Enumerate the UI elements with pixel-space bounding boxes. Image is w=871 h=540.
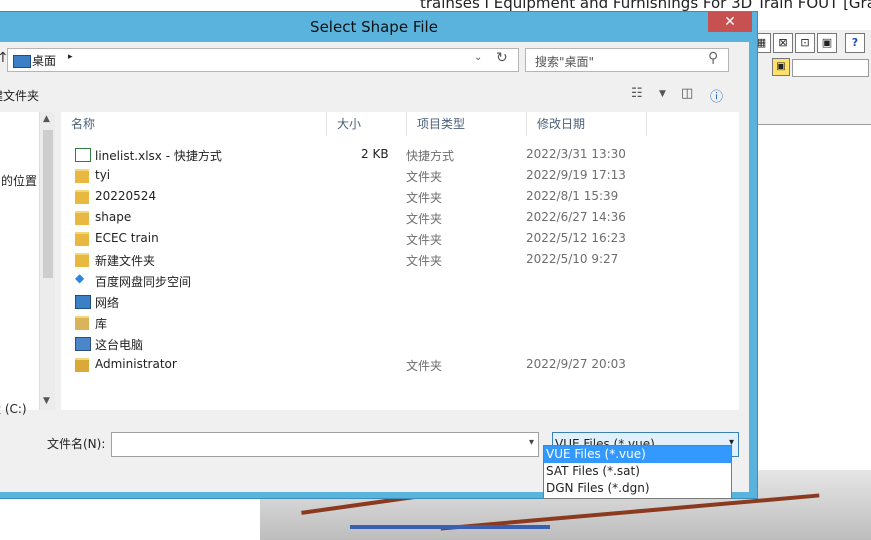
file-list: 名称 大小 项目类型 修改日期 linelist.xlsx - 快捷方式 2 K… [61,112,739,410]
zoom-box-icon[interactable]: ⊠ [773,33,793,53]
network-icon [75,295,91,309]
fit-view-icon[interactable]: ⊡ [795,33,815,53]
scrollbar-thumb[interactable] [43,130,53,278]
list-item[interactable]: 这台电脑 [61,334,739,355]
file-type-dropdown: VUE Files (*.vue) SAT Files (*.sat) DGN … [543,445,732,499]
file-type-option[interactable]: VUE Files (*.vue) [544,446,731,463]
excel-shortcut-icon [75,148,91,162]
file-date: 2022/9/27 20:03 [526,357,626,371]
list-item[interactable]: ◆ 百度网盘同步空间 [61,271,739,292]
dialog-title: Select Shape File [310,18,438,36]
render-tool-icon[interactable]: ▣ [817,33,837,53]
navigation-scrollbar[interactable]: ▲ ▼ [39,112,55,410]
file-type: 文件夹 [406,212,443,226]
file-date: 2022/5/10 9:27 [526,252,619,266]
address-bar[interactable]: 桌面 ▸ ⌄ ↻ [7,48,519,72]
file-type: 文件夹 [406,359,443,373]
breadcrumb-arrow-icon[interactable]: ▸ [68,52,73,62]
scroll-down-icon[interactable]: ▼ [43,396,50,406]
chevron-down-icon[interactable]: ▾ [529,437,534,448]
column-header-name[interactable]: 名称 [61,112,327,136]
column-header-size[interactable]: 大小 [327,112,407,136]
search-icon: ⚲ [708,50,719,66]
help-icon[interactable]: ? [845,33,865,53]
search-input[interactable]: 搜索"桌面" [535,53,594,70]
nav-item[interactable]: 问的位置 [0,172,37,189]
column-header-date[interactable]: 修改日期 [527,112,647,136]
file-name: 这台电脑 [95,338,144,352]
file-type: 文件夹 [406,191,443,205]
folder-icon [75,169,89,183]
address-dropdown-icon[interactable]: ⌄ [474,52,482,63]
list-item[interactable]: shape 文件夹 2022/6/27 14:36 [61,208,739,229]
column-header-type[interactable]: 项目类型 [407,112,527,136]
file-date: 2022/6/27 14:36 [526,210,626,224]
file-type: 文件夹 [406,170,443,184]
view-options-icon[interactable]: ☷ [631,86,643,101]
search-box[interactable]: 搜索"桌面" ⚲ [525,48,729,72]
file-type: 快捷方式 [406,149,455,163]
computer-icon [75,337,91,351]
list-item[interactable]: 20220524 文件夹 2022/8/1 15:39 [61,187,739,208]
file-name: 网络 [95,296,120,310]
file-name: 20220524 [95,189,157,203]
help-icon[interactable]: ⓘ [710,86,723,105]
list-item[interactable]: 新建文件夹 文件夹 2022/5/10 9:27 [61,250,739,271]
background-input-field[interactable] [792,59,869,77]
list-item[interactable]: tyi 文件夹 2022/9/19 17:13 [61,166,739,187]
folder-icon [75,211,89,225]
file-name: shape [95,210,132,224]
list-item[interactable]: linelist.xlsx - 快捷方式 2 KB 快捷方式 2022/3/31… [61,145,739,166]
file-name: linelist.xlsx - 快捷方式 [95,149,222,163]
file-name: tyi [95,168,111,182]
file-type-option[interactable]: DGN Files (*.dgn) [544,480,731,497]
file-size: 2 KB [361,147,389,161]
folder-icon [75,253,89,267]
file-type-option[interactable]: SAT Files (*.sat) [544,463,731,480]
folder-icon [75,190,89,204]
navigation-pane: 问的位置 盘 (C:) [0,112,39,416]
file-name: 百度网盘同步空间 [95,275,192,289]
library-icon [75,316,89,330]
file-name: Administrator [95,357,177,371]
list-item[interactable]: 网络 [61,292,739,313]
view-dropdown-icon[interactable]: ▼ [659,89,666,99]
dialog-body: ↑ 桌面 ▸ ⌄ ↻ 搜索"桌面" ⚲ 建文件夹 ☷ ▼ ◫ ⓘ 问的位置 盘 … [0,42,749,492]
file-type: 文件夹 [406,233,443,247]
close-button[interactable]: ✕ [708,12,752,32]
file-type: 文件夹 [406,254,443,268]
file-date: 2022/3/31 13:30 [526,147,626,161]
preview-pane-icon[interactable]: ◫ [681,86,693,101]
background-toolbar: ▦ ⊠ ⊡ ▣ ? ▣ [745,30,871,125]
file-name: 库 [95,317,108,331]
refresh-icon[interactable]: ↻ [496,50,508,66]
cloud-sync-icon: ◆ [75,271,85,285]
desktop-icon [13,55,31,68]
folder-icon [75,232,89,246]
close-icon: ✕ [724,14,736,30]
list-item[interactable]: 库 [61,313,739,334]
list-item[interactable]: Administrator 文件夹 2022/9/27 20:03 [61,355,739,376]
filename-input[interactable]: ▾ [111,432,539,457]
file-date: 2022/9/19 17:13 [526,168,626,182]
filename-label: 文件名(N): [47,437,106,451]
user-folder-icon [75,358,89,372]
file-date: 2022/5/12 16:23 [526,231,626,245]
list-item[interactable]: ECEC train 文件夹 2022/5/12 16:23 [61,229,739,250]
file-date: 2022/8/1 15:39 [526,189,619,203]
file-name: 新建文件夹 [95,254,156,268]
address-location[interactable]: 桌面 [32,52,56,69]
scroll-up-icon[interactable]: ▲ [43,114,50,124]
nav-item[interactable]: 盘 (C:) [0,400,27,417]
lock-icon[interactable]: ▣ [772,58,790,76]
file-name: ECEC train [95,231,159,245]
select-shape-file-dialog: Select Shape File ✕ ↑ 桌面 ▸ ⌄ ↻ 搜索"桌面" ⚲ … [0,11,758,499]
new-folder-button[interactable]: 建文件夹 [0,87,39,104]
